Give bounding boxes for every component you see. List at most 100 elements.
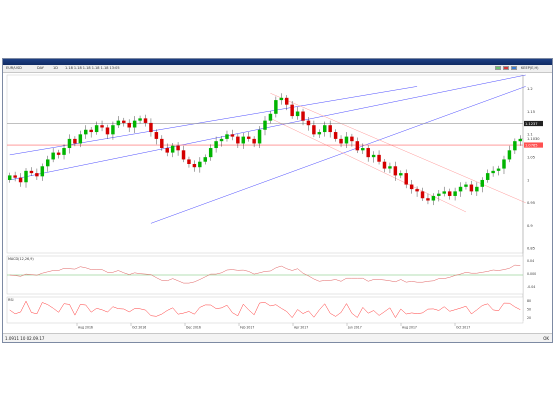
time-tick-label: Dec 2016 xyxy=(186,326,201,330)
bullish-candle xyxy=(111,125,115,135)
support-price-tag: 1.0765 xyxy=(525,143,538,147)
oscillator-tick-label: -0.04 xyxy=(527,285,535,289)
oscillator-panel: MACD(12,26,9) 0.04 0.000 -0.04 xyxy=(6,255,536,295)
bearish-candle xyxy=(192,164,197,168)
bullish-candle xyxy=(496,168,501,171)
bullish-candle xyxy=(458,186,463,192)
bullish-candle xyxy=(116,120,121,126)
bearish-candle xyxy=(284,97,289,105)
bullish-candle xyxy=(437,193,441,196)
bullish-candle xyxy=(475,186,479,192)
bullish-candle xyxy=(132,120,137,128)
bearish-candle xyxy=(100,125,104,128)
price-tick-label: 0.85 xyxy=(527,247,535,251)
bullish-candle xyxy=(279,97,284,101)
bearish-candle xyxy=(149,122,153,133)
time-axis: Aug 2016 Oct 2016 Dec 2016 Feb 2017 Apr 2017… xyxy=(76,323,470,330)
bullish-candle xyxy=(323,125,327,133)
bullish-candle xyxy=(94,125,99,133)
bearish-candle xyxy=(355,141,360,151)
price-tick-label: 1.1 xyxy=(527,133,533,137)
bearish-candle xyxy=(420,191,425,199)
bearish-candle xyxy=(366,148,370,158)
resistance-price-tag: 1.1237 xyxy=(525,122,538,126)
price-tick-label: 1 xyxy=(527,178,529,182)
bullish-candle xyxy=(203,157,207,162)
bearish-candle xyxy=(382,161,387,169)
bullish-candle xyxy=(138,118,142,121)
bearish-candle xyxy=(236,136,240,144)
bearish-candle xyxy=(312,125,316,135)
price-tick-label: 0.9 xyxy=(527,224,533,228)
bearish-candle xyxy=(469,184,474,192)
last-price-label: 1.1030 xyxy=(527,137,540,141)
bearish-candle xyxy=(35,173,39,177)
bearish-candle xyxy=(127,122,131,128)
trading-chart-window: EUR/USD DAY 1D 1.18 1.18 1.18 1.18 1.18 … xyxy=(2,58,553,343)
bullish-candle xyxy=(344,136,349,144)
rsi-tick-label: 20 xyxy=(527,316,531,320)
oscillator-tick-label: 0.04 xyxy=(527,259,534,263)
bearish-candle xyxy=(306,120,311,126)
time-tick-label: Aug 2016 xyxy=(78,326,93,330)
bearish-candle xyxy=(143,118,148,123)
status-bar: 1.0911 10 02.09.17 OK xyxy=(3,333,552,342)
bullish-candle xyxy=(170,145,175,153)
time-tick-label: Oct 2017 xyxy=(456,326,470,330)
bearish-candle xyxy=(415,189,419,192)
bearish-candle xyxy=(187,159,191,164)
bullish-candle xyxy=(84,129,88,135)
main-plot-area xyxy=(6,74,524,254)
price-tick-label: 1.15 xyxy=(527,110,535,114)
bearish-candle xyxy=(290,104,294,117)
bullish-candle xyxy=(257,129,262,144)
bearish-candle xyxy=(404,173,408,185)
bearish-candle xyxy=(18,177,23,183)
bearish-candle xyxy=(105,127,110,135)
bullish-candle xyxy=(225,134,229,139)
bullish-candle xyxy=(518,138,523,142)
bearish-candle xyxy=(409,184,414,190)
bullish-candle xyxy=(40,166,45,177)
rsi-area xyxy=(6,296,524,324)
bearish-candle xyxy=(447,191,452,196)
bearish-candle xyxy=(333,132,338,139)
rsi-tick-label: 50 xyxy=(527,308,531,312)
bearish-candle xyxy=(165,148,169,153)
bullish-candle xyxy=(485,173,490,180)
rsi-panel: RSI 80 50 20 xyxy=(6,296,531,324)
bullish-candle xyxy=(241,136,246,144)
bullish-candle xyxy=(399,173,403,176)
bullish-candle xyxy=(507,150,512,160)
time-tick-label: Jun 2017 xyxy=(347,326,362,330)
bullish-candle xyxy=(274,100,278,114)
price-tick-label: 0.95 xyxy=(527,201,535,205)
bullish-candle xyxy=(208,148,213,158)
status-left: 1.0911 10 02.09.17 xyxy=(5,336,45,341)
bullish-candle xyxy=(62,148,66,155)
time-tick-label: Oct 2016 xyxy=(132,326,146,330)
bearish-candle xyxy=(181,150,186,160)
rsi-tick-label: 80 xyxy=(527,299,531,303)
bearish-candle xyxy=(13,175,17,178)
oscillator-label: MACD(12,26,9) xyxy=(8,257,34,261)
bullish-candle xyxy=(431,195,436,201)
status-right: OK xyxy=(543,336,549,341)
rsi-label: RSI xyxy=(8,298,14,302)
bearish-candle xyxy=(301,111,305,121)
bearish-candle xyxy=(160,138,164,149)
bearish-candle xyxy=(89,129,93,133)
bearish-candle xyxy=(230,134,235,137)
oscillator-tick-label: 0.000 xyxy=(527,272,536,276)
bearish-candle xyxy=(350,136,354,142)
bullish-candle xyxy=(268,113,273,121)
bullish-candle xyxy=(480,179,485,187)
bearish-candle xyxy=(73,138,77,144)
chart-canvas[interactable]: 1.2 1.15 1.1 1.05 1 0.95 0.9 0.85 1.1237 1.0765 1.… xyxy=(3,59,552,342)
bullish-candle xyxy=(78,134,83,144)
bullish-candle xyxy=(219,138,224,142)
bearish-candle xyxy=(339,138,343,144)
bearish-candle xyxy=(252,138,256,144)
bullish-candle xyxy=(388,166,392,169)
bullish-candle xyxy=(502,159,506,169)
